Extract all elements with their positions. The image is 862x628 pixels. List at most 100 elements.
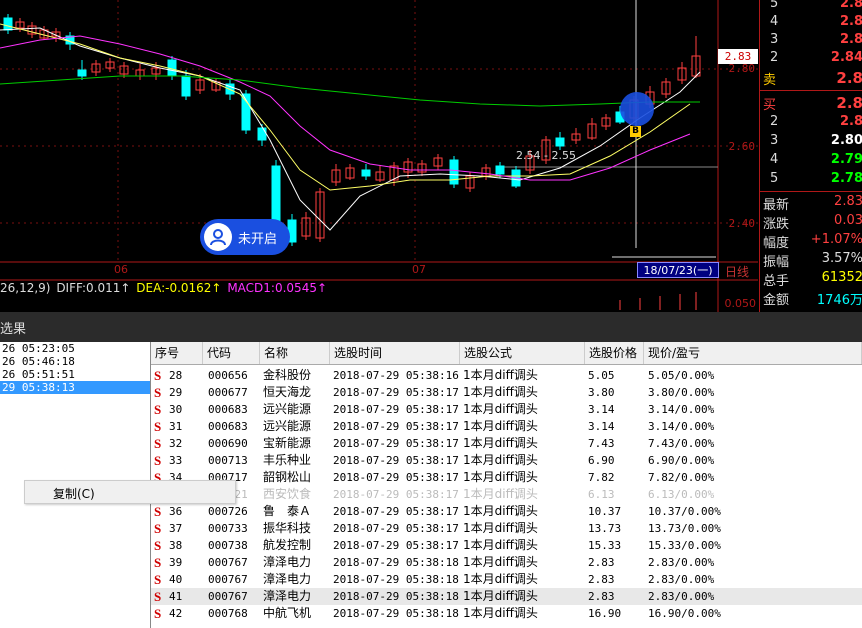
cell-code: 000738 xyxy=(208,539,248,552)
cell-price: 3.14 xyxy=(588,403,615,416)
copy-menu-item[interactable]: 复制(C) xyxy=(53,485,95,502)
ma5-line xyxy=(0,27,701,231)
macd-diff: DIFF:0.011↑ xyxy=(56,281,131,295)
cell-time: 2018-07-29 05:38:18 xyxy=(333,573,459,586)
table-row[interactable]: S 38 000738 航发控制 2018-07-29 05:38:17 1本月diff调… xyxy=(151,537,862,554)
candle-body xyxy=(555,137,565,147)
cell-time: 2018-07-29 05:38:18 xyxy=(333,556,459,569)
col-header-price[interactable]: 选股价格 xyxy=(585,342,644,364)
cell-code: 000677 xyxy=(208,386,248,399)
kline-chart[interactable]: 2.80 2.60 2.40 06 07 2.54 - 2.55 2.83 18… xyxy=(0,0,862,312)
cell-formula: 1本月diff调头 xyxy=(463,606,538,620)
cell-now: 5.05/0.00% xyxy=(648,369,715,382)
col-header-code[interactable]: 代码 xyxy=(203,342,260,364)
table-row[interactable]: S 39 000767 漳泽电力 2018-07-29 05:38:18 1本月diff调… xyxy=(151,554,862,571)
buy-level: 5 2.78 xyxy=(770,171,862,186)
cell-price: 2.83 xyxy=(588,573,615,586)
cell-now: 15.33/0.00% xyxy=(648,539,721,552)
cell-formula: 1本月diff调头 xyxy=(463,521,538,535)
ma10-line xyxy=(0,23,691,191)
cell-price: 5.05 xyxy=(588,369,615,382)
cell-time: 2018-07-29 05:38:17 xyxy=(333,454,459,467)
col-header-no[interactable]: 序号 xyxy=(151,342,203,364)
results-grid[interactable]: 序号 代码 名称 选股时间 选股公式 选股价格 现价/盈亏 S 28 000656 金… xyxy=(151,342,862,628)
cell-price: 7.43 xyxy=(588,437,615,450)
table-row[interactable]: S 40 000767 漳泽电力 2018-07-29 05:38:18 1本月diff调… xyxy=(151,571,862,588)
cell-time: 2018-07-29 05:38:17 xyxy=(333,505,459,518)
ma20-line xyxy=(0,35,691,181)
cell-formula: 1本月diff调头 xyxy=(463,368,538,382)
run-item[interactable]: 26 05:46:18 xyxy=(0,355,150,368)
cell-time: 2018-07-29 05:38:16 xyxy=(333,369,459,382)
notification-badge[interactable]: 未开启 xyxy=(200,219,290,255)
signal-s-icon: S xyxy=(154,606,162,621)
cell-now: 3.80/0.00% xyxy=(648,386,715,399)
cell-price: 2.83 xyxy=(588,590,615,603)
cell-price: 6.13 xyxy=(588,488,615,501)
run-item-selected[interactable]: 29 05:38:13 xyxy=(0,381,150,394)
col-header-name[interactable]: 名称 xyxy=(260,342,330,364)
cell-time: 2018-07-29 05:38:17 xyxy=(333,522,459,535)
ma60-line xyxy=(0,75,700,107)
table-row[interactable]: S 36 000726 鲁 泰Ａ 2018-07-29 05:38:17 1本月diff调… xyxy=(151,503,862,520)
table-row[interactable]: S 37 000733 振华科技 2018-07-29 05:38:17 1本月diff调… xyxy=(151,520,862,537)
cell-code: 000683 xyxy=(208,403,248,416)
candle-body xyxy=(181,75,191,97)
cell-now: 2.83/0.00% xyxy=(648,556,715,569)
signal-s-icon: S xyxy=(154,419,162,434)
signal-s-icon: S xyxy=(154,555,162,570)
run-item[interactable]: 26 05:51:51 xyxy=(0,368,150,381)
table-row[interactable]: S35000721西安饮食2018-07-29 05:38:171本月diff调… xyxy=(151,486,862,503)
cell-now: 6.90/0.00% xyxy=(648,454,715,467)
date-tick: 07 xyxy=(412,263,426,276)
cell-now: 6.13/0.00% xyxy=(648,488,715,501)
table-row[interactable]: S 32 000690 宝新能源 2018-07-29 05:38:17 1本月diff调… xyxy=(151,435,862,452)
cell-no: 28 xyxy=(169,369,183,382)
context-menu[interactable]: 复制(C) xyxy=(24,480,236,504)
candle-body xyxy=(257,127,267,141)
cell-formula: 1本月diff调头 xyxy=(463,436,538,450)
table-row[interactable]: S 31 000683 远兴能源 2018-07-29 05:38:17 1本月diff调… xyxy=(151,418,862,435)
buy-1-level: 买 2.8 xyxy=(763,94,862,113)
table-row[interactable]: S 42 000768 中航飞机 2018-07-29 05:38:18 1本月diff调… xyxy=(151,605,862,622)
cell-now: 7.43/0.00% xyxy=(648,437,715,450)
col-header-now[interactable]: 现价/盈亏 xyxy=(644,342,862,364)
cell-now: 7.82/0.00% xyxy=(648,471,715,484)
cell-time: 2018-07-29 05:38:18 xyxy=(333,607,459,620)
notification-badge-text: 未开启 xyxy=(238,231,278,247)
cell-now: 13.73/0.00% xyxy=(648,522,721,535)
macd-value: MACD1:0.0545↑ xyxy=(227,281,328,295)
cell-name: 远兴能源 xyxy=(263,419,312,433)
cell-formula: 1本月diff调头 xyxy=(463,419,538,433)
table-row[interactable]: S 41 000767 漳泽电力 2018-07-29 05:38:18 1本月diff调… xyxy=(151,588,862,605)
cell-code: 000726 xyxy=(208,505,248,518)
cell-no: 40 xyxy=(169,573,183,586)
signal-s-icon: S xyxy=(154,504,162,519)
table-row[interactable]: S 29 000677 恒天海龙 2018-07-29 05:38:17 1本月diff调… xyxy=(151,384,862,401)
cell-price: 3.80 xyxy=(588,386,615,399)
col-header-formula[interactable]: 选股公式 xyxy=(460,342,585,364)
table-row[interactable]: S 34 000717 韶钢松山 2018-07-29 05:38:17 1本月diff调… xyxy=(151,469,862,486)
cell-name: 远兴能源 xyxy=(263,402,312,416)
cell-no: 39 xyxy=(169,556,183,569)
cell-now: 16.90/0.00% xyxy=(648,607,721,620)
cursor-highlight-icon xyxy=(620,92,654,126)
cell-price: 10.37 xyxy=(588,505,622,518)
cell-price: 16.90 xyxy=(588,607,622,620)
run-item[interactable]: 26 05:23:05 xyxy=(0,342,150,355)
cell-no: 37 xyxy=(169,522,183,535)
cell-name: 漳泽电力 xyxy=(263,589,312,603)
table-row[interactable]: S 33 000713 丰乐种业 2018-07-29 05:38:17 1本月diff调… xyxy=(151,452,862,469)
cursor-price-label: 2.83 xyxy=(718,49,758,64)
cell-name: 宝新能源 xyxy=(263,436,312,450)
cursor-date-label: 18/07/23(一) xyxy=(637,262,719,278)
col-header-time[interactable]: 选股时间 xyxy=(330,342,460,364)
cell-name: 中航飞机 xyxy=(263,606,312,620)
signal-s-icon: S xyxy=(154,453,162,468)
period-label[interactable]: 日线 xyxy=(725,263,749,280)
signal-s-icon: S xyxy=(154,385,162,400)
macd-indicator-line: 26,12,9) DIFF:0.011↑ DEA:-0.0162↑ MACD1:… xyxy=(0,281,329,295)
table-row[interactable]: S 28 000656 金科股份 2018-07-29 05:38:16 1本月diff调… xyxy=(151,367,862,384)
cell-formula: 1本月diff调头 xyxy=(463,453,538,467)
table-row[interactable]: S 30 000683 远兴能源 2018-07-29 05:38:17 1本月diff调… xyxy=(151,401,862,418)
